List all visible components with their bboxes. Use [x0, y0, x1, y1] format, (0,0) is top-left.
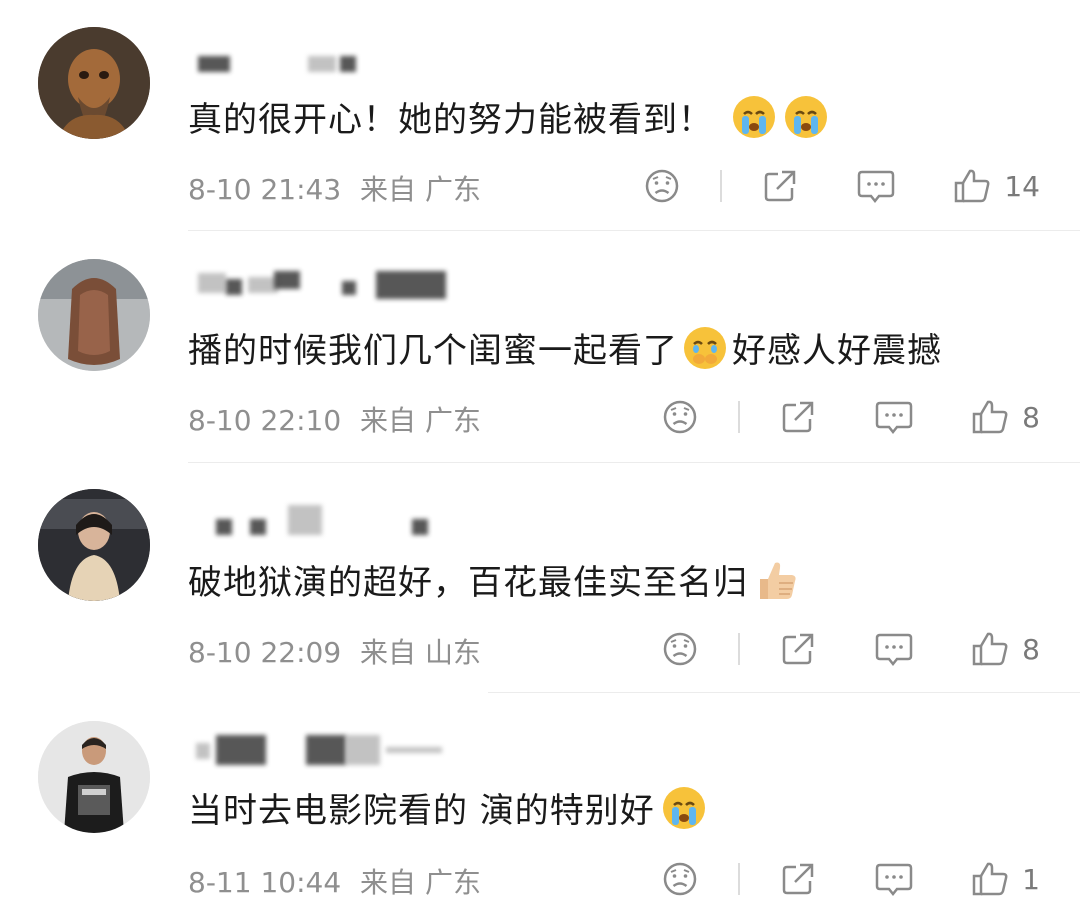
thumbs-up-icon — [970, 629, 1010, 669]
comment-icon[interactable] — [856, 166, 896, 206]
comment-text: 当时去电影院看的 演的特别好 — [188, 783, 707, 840]
crying-face-icon — [731, 94, 777, 149]
share-icon[interactable] — [778, 629, 818, 669]
share-icon[interactable] — [778, 397, 818, 437]
blurred-username — [190, 733, 490, 765]
comment-item: 真的很开心！她的努力能被看到！ 8-10 21:43 来自 广东 14 — [0, 0, 1080, 230]
comment-from: 来自 — [360, 866, 417, 899]
comment-region: 广东 — [424, 404, 481, 437]
divider — [738, 401, 741, 433]
thumbs-up-icon — [952, 166, 992, 206]
like-count: 14 — [1004, 169, 1040, 203]
comment-region: 广东 — [424, 173, 481, 206]
avatar[interactable] — [38, 489, 150, 601]
comment-time: 8-10 22:09 — [188, 636, 342, 669]
comment-icon[interactable] — [874, 629, 914, 669]
divider — [738, 633, 741, 665]
like-button[interactable]: 8 — [970, 629, 1040, 669]
blurred-username — [190, 50, 490, 80]
comment-actions: 8 — [660, 397, 1040, 437]
comment-meta: 8-10 22:10 来自 广东 — [188, 399, 481, 439]
share-icon[interactable] — [778, 859, 818, 899]
comment-region: 广东 — [424, 866, 481, 899]
comment-meta: 8-10 22:09 来自 山东 — [188, 631, 481, 671]
like-button[interactable]: 8 — [970, 397, 1040, 437]
comment-icon[interactable] — [874, 859, 914, 899]
comment-actions: 1 — [660, 859, 1040, 899]
thumbs-up-icon — [970, 859, 1010, 899]
like-count: 8 — [1022, 632, 1040, 666]
avatar[interactable] — [38, 259, 150, 371]
comment-region: 山东 — [424, 636, 481, 669]
avatar[interactable] — [38, 27, 150, 139]
sad-face-icon[interactable] — [660, 859, 700, 899]
sad-face-icon[interactable] — [642, 166, 682, 206]
comment-from: 来自 — [360, 404, 417, 437]
comment-text: 播的时候我们几个闺蜜一起看了 好感人好震撼 — [188, 323, 942, 380]
divider — [720, 170, 723, 202]
comment-from: 来自 — [360, 636, 417, 669]
comment-actions: 14 — [642, 166, 1040, 206]
comment-time: 8-11 10:44 — [188, 866, 342, 899]
comment-meta: 8-11 10:44 来自 广东 — [188, 861, 481, 901]
comment-text: 真的很开心！她的努力能被看到！ — [188, 92, 829, 149]
sad-face-icon[interactable] — [660, 629, 700, 669]
divider — [738, 863, 741, 895]
comment-item: 当时去电影院看的 演的特别好 8-11 10:44 来自 广东 1 — [0, 693, 1080, 920]
share-icon[interactable] — [760, 166, 800, 206]
comment-from: 来自 — [360, 173, 417, 206]
like-count: 8 — [1022, 400, 1040, 434]
comment-meta: 8-10 21:43 来自 广东 — [188, 168, 481, 208]
sad-face-icon[interactable] — [660, 397, 700, 437]
like-count: 1 — [1022, 862, 1040, 896]
comment-actions: 8 — [660, 629, 1040, 669]
moved-face-icon — [682, 325, 728, 380]
thumbs-up-icon — [970, 397, 1010, 437]
comment-time: 8-10 22:10 — [188, 404, 342, 437]
comment-item: 播的时候我们几个闺蜜一起看了 好感人好震撼 8-10 22:10 来自 广东 8 — [0, 231, 1080, 461]
crying-face-icon — [783, 94, 829, 149]
blurred-username — [190, 269, 490, 299]
avatar[interactable] — [38, 721, 150, 833]
comment-time: 8-10 21:43 — [188, 173, 342, 206]
comment-item: 破地狱演的超好，百花最佳实至名归 8-10 22:09 来自 山东 8 — [0, 463, 1080, 691]
thumbs-up-emoji-icon — [754, 557, 800, 612]
like-button[interactable]: 1 — [970, 859, 1040, 899]
crying-face-icon — [661, 785, 707, 840]
blurred-username — [190, 503, 490, 535]
comment-text: 破地狱演的超好，百花最佳实至名归 — [188, 555, 800, 612]
comment-icon[interactable] — [874, 397, 914, 437]
like-button[interactable]: 14 — [952, 166, 1040, 206]
